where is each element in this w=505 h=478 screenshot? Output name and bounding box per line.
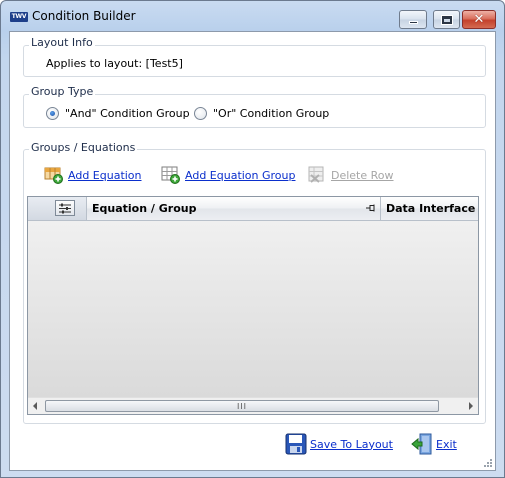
close-button[interactable]: ✕	[462, 10, 496, 29]
maximize-icon	[440, 14, 453, 25]
column-chooser-button[interactable]	[55, 200, 75, 216]
applies-to-layout-text: Applies to layout: [Test5]	[46, 57, 183, 70]
column-chooser-icon	[59, 203, 71, 213]
dialog-body: Layout Info Applies to layout: [Test5] G…	[9, 31, 496, 471]
app-icon: TWV	[10, 12, 28, 22]
data-interface-column-header[interactable]: Data Interface	[382, 197, 475, 220]
title-bar[interactable]: TWV Condition Builder ✕	[1, 1, 504, 31]
exit-door-icon	[411, 433, 432, 455]
horizontal-scrollbar[interactable]: III	[28, 397, 478, 414]
minimize-button[interactable]	[399, 10, 427, 29]
exit-button[interactable]: Exit	[411, 433, 457, 455]
add-equation-link[interactable]: Add Equation	[68, 169, 142, 182]
scrollbar-thumb[interactable]: III	[45, 400, 439, 412]
add-equation-group-link[interactable]: Add Equation Group	[185, 169, 296, 182]
condition-builder-window: TWV Condition Builder ✕ Layout Info Appl…	[0, 0, 505, 478]
window-title: Condition Builder	[32, 9, 136, 23]
minimize-icon	[408, 21, 418, 24]
delete-row-icon	[308, 166, 324, 183]
floppy-disk-icon	[285, 433, 307, 455]
or-condition-radio[interactable]: "Or" Condition Group	[194, 107, 329, 120]
layout-info-label: Layout Info	[29, 36, 95, 49]
pin-icon[interactable]	[366, 204, 376, 212]
save-to-layout-button[interactable]: Save To Layout	[285, 433, 393, 455]
groups-equations-label: Groups / Equations	[29, 141, 138, 154]
scroll-right-icon[interactable]	[469, 402, 473, 410]
row-selector-header	[28, 197, 87, 220]
add-equation-icon	[44, 167, 63, 184]
or-condition-label: "Or" Condition Group	[213, 107, 330, 120]
radio-button-unchecked[interactable]	[194, 107, 207, 120]
and-condition-label: "And" Condition Group	[65, 107, 190, 120]
radio-button-checked[interactable]	[46, 107, 59, 120]
save-to-layout-link[interactable]: Save To Layout	[310, 438, 393, 451]
add-equation-button[interactable]: Add Equation	[44, 166, 142, 184]
exit-link[interactable]: Exit	[436, 438, 457, 451]
delete-row-button[interactable]: Delete Row	[307, 166, 394, 184]
equation-group-column-header[interactable]: Equation / Group	[88, 197, 381, 220]
maximize-button[interactable]	[433, 10, 460, 29]
add-equation-group-button[interactable]: Add Equation Group	[161, 166, 296, 184]
equations-grid[interactable]: Equation / Group Data Interface III	[27, 196, 479, 415]
grid-header: Equation / Group Data Interface	[28, 197, 478, 221]
group-type-label: Group Type	[29, 85, 96, 98]
scroll-left-icon[interactable]	[33, 402, 37, 410]
close-icon: ✕	[473, 12, 485, 27]
add-group-icon	[161, 166, 180, 184]
and-condition-radio[interactable]: "And" Condition Group	[46, 107, 190, 120]
delete-row-link[interactable]: Delete Row	[331, 169, 394, 182]
resize-grip-icon[interactable]	[483, 458, 493, 468]
